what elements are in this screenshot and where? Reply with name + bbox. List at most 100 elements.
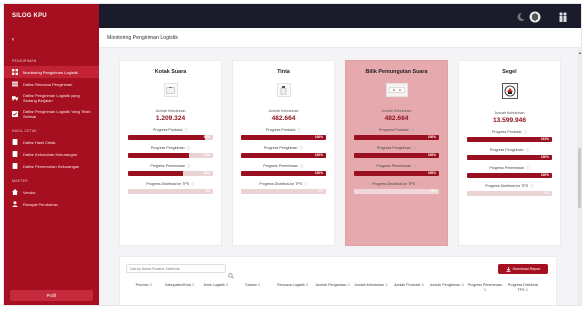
progress-bar: 100%	[467, 173, 552, 178]
column-header[interactable]: Jumlah Pengadaan ⇅	[314, 283, 352, 293]
info-icon[interactable]: ⓘ	[296, 128, 301, 132]
scroll-up-icon[interactable]: ▲	[578, 50, 581, 55]
sidebar-item-pemenuhan-kekurangan[interactable]: Daftar Pemenuhan Kekurangan	[4, 160, 99, 172]
info-icon[interactable]: ⓘ	[412, 164, 417, 168]
kebutuhan-label: Jumlah Kebutuhan	[155, 109, 186, 113]
column-header[interactable]: Jumlah Kebutuhan ⇅	[352, 283, 390, 293]
sidebar-collapse-icon[interactable]: ‹	[4, 28, 99, 52]
column-header[interactable]: Provinsi ⇅	[126, 283, 162, 293]
logistic-card-segel[interactable]: Segel Jumlah Kebutuhan 13.599.946 Progre…	[458, 60, 561, 246]
column-header[interactable]: Satuan ⇅	[234, 283, 272, 293]
info-icon[interactable]: ⓘ	[411, 146, 416, 150]
sidebar-item-berjalan[interactable]: Daftar Pengiriman Logistik yang Sedang B…	[4, 90, 99, 106]
ballot-box-image	[163, 83, 178, 97]
progress-bar: 101%	[467, 137, 552, 142]
logistic-card-tinta[interactable]: Tinta Jumlah Kebutuhan 482.664 Progress …	[232, 60, 335, 246]
progress-bar: 100%	[241, 171, 326, 176]
progress-value: 101%	[540, 137, 549, 141]
sidebar-item-kebutuhan-kekurangan[interactable]: Daftar Kebutuhan Kekurangan	[4, 148, 99, 160]
info-icon[interactable]: ⓘ	[190, 182, 195, 186]
progress-value: 100%	[540, 173, 549, 177]
info-icon[interactable]: ⓘ	[524, 148, 529, 152]
column-header[interactable]: Kabupaten/Kota ⇅	[162, 283, 198, 293]
profile-button[interactable]: Profil	[10, 290, 93, 301]
home-icon	[12, 189, 18, 195]
info-icon[interactable]: ⓘ	[522, 130, 527, 134]
progress-bar: 100%	[467, 155, 552, 160]
sidebar-item-label: Daftar Hasil Cetak	[23, 139, 56, 145]
kebutuhan-value: 482.664	[384, 115, 409, 122]
progress-fill	[467, 137, 552, 142]
column-header[interactable]: Progress Penerimaan ⇅	[466, 283, 504, 293]
column-header[interactable]: Jumlah Pengiriman ⇅	[428, 283, 466, 293]
search-icon[interactable]	[228, 266, 234, 279]
sidebar-item-label: Daftar Pemenuhan Kekurangan	[23, 163, 80, 169]
sidebar-item-label: Monitoring Pengiriman Logistik	[23, 69, 78, 75]
page-title: Monitoring Pengiriman Logistik	[99, 28, 581, 48]
main-content: Monitoring Pengiriman Logistik ▲ Kotak S…	[99, 28, 581, 305]
kebutuhan-label: Jumlah Kebutuhan	[494, 111, 525, 115]
progress-value: 0%	[431, 189, 436, 193]
sidebar-item-monitoring[interactable]: Monitoring Pengiriman Logistik	[4, 66, 99, 78]
progress-bar: 100%	[241, 153, 326, 158]
info-icon[interactable]: ⓘ	[303, 182, 308, 186]
search-input[interactable]	[126, 264, 226, 273]
app-window: SILOG KPU ‹ PENGIRIMAN Monitoring Pengir…	[3, 3, 582, 306]
progress-fill	[241, 135, 326, 140]
user-avatar-icon[interactable]	[557, 10, 569, 22]
progress-fill	[467, 173, 552, 178]
voting-booth-image	[385, 83, 408, 97]
info-icon[interactable]: ⓘ	[183, 128, 188, 132]
logistic-card-kotak-suara[interactable]: Kotak Suara Jumlah Kebutuhan 1.209.324 P…	[119, 60, 222, 246]
info-icon[interactable]: ⓘ	[409, 128, 414, 132]
scrollbar-thumb[interactable]	[578, 148, 581, 208]
doc-icon	[12, 163, 18, 169]
info-icon[interactable]: ⓘ	[299, 164, 304, 168]
progress-fill	[128, 135, 205, 140]
progress-label: Progress Penerimaan ⓘ	[150, 164, 191, 168]
kpu-seal-image	[501, 83, 518, 99]
download-report-button[interactable]: Download Report	[498, 264, 548, 274]
sidebar-section-title: PENGIRIMAN	[12, 59, 37, 63]
check-icon	[12, 111, 18, 117]
sidebar-section-title: HASIL CETAK	[12, 129, 37, 133]
vertical-scrollbar[interactable]: ▲	[577, 48, 581, 305]
column-header[interactable]: Jumlah Produksi ⇅	[390, 283, 428, 293]
brand-logo: SILOG KPU	[12, 13, 47, 19]
sidebar-item-rencana[interactable]: Daftar Rencana Pengiriman	[4, 78, 99, 90]
kebutuhan-value: 482.664	[271, 115, 296, 122]
progress-bar: 72%	[128, 153, 213, 158]
column-header[interactable]: Progress Distribusi TPS ⇅	[504, 283, 542, 293]
sidebar-item-hasil-cetak[interactable]: Daftar Hasil Cetak	[4, 136, 99, 148]
info-icon[interactable]: ⓘ	[186, 164, 191, 168]
info-icon[interactable]: ⓘ	[416, 182, 421, 186]
progress-fill	[467, 155, 552, 160]
progress-value: 90%	[203, 135, 210, 139]
moon-icon[interactable]	[515, 10, 525, 22]
info-icon[interactable]: ⓘ	[185, 146, 190, 150]
progress-value: 65%	[203, 171, 210, 175]
sidebar-item-vendor[interactable]: Vendor	[4, 186, 99, 198]
sidebar-item-label: Riwayat Perubahan	[23, 201, 58, 207]
card-title: Segel	[502, 69, 517, 75]
doc-icon	[12, 151, 18, 157]
progress-value: 100%	[314, 153, 323, 157]
kpu-emblem-icon	[529, 10, 541, 23]
progress-label: Progress Pengiriman ⓘ	[489, 148, 530, 152]
logistic-card-bilik[interactable]: Bilik Pemungutan Suara Jumlah Kebutuhan …	[345, 60, 448, 246]
info-icon[interactable]: ⓘ	[529, 184, 534, 188]
column-header[interactable]: Jenis Logistik ⇅	[198, 283, 234, 293]
sidebar-section-title: MASTER	[12, 179, 28, 183]
progress-label: Progress Distribusi ke TPS ⓘ	[259, 182, 308, 186]
info-icon[interactable]: ⓘ	[525, 166, 530, 170]
progress-fill	[241, 171, 326, 176]
progress-fill	[354, 171, 439, 176]
sidebar-item-selesai[interactable]: Daftar Pengiriman Logistik Yang Telah Se…	[4, 106, 99, 122]
kebutuhan-label: Jumlah Kebutuhan	[381, 109, 412, 113]
kebutuhan-value: 1.209.324	[155, 115, 186, 122]
column-header[interactable]: Rencana Logistik ⇅	[272, 283, 314, 293]
sidebar-item-riwayat[interactable]: Riwayat Perubahan	[4, 198, 99, 210]
progress-fill	[128, 153, 190, 158]
info-icon[interactable]: ⓘ	[298, 146, 303, 150]
progress-bar: 65%	[128, 171, 213, 176]
